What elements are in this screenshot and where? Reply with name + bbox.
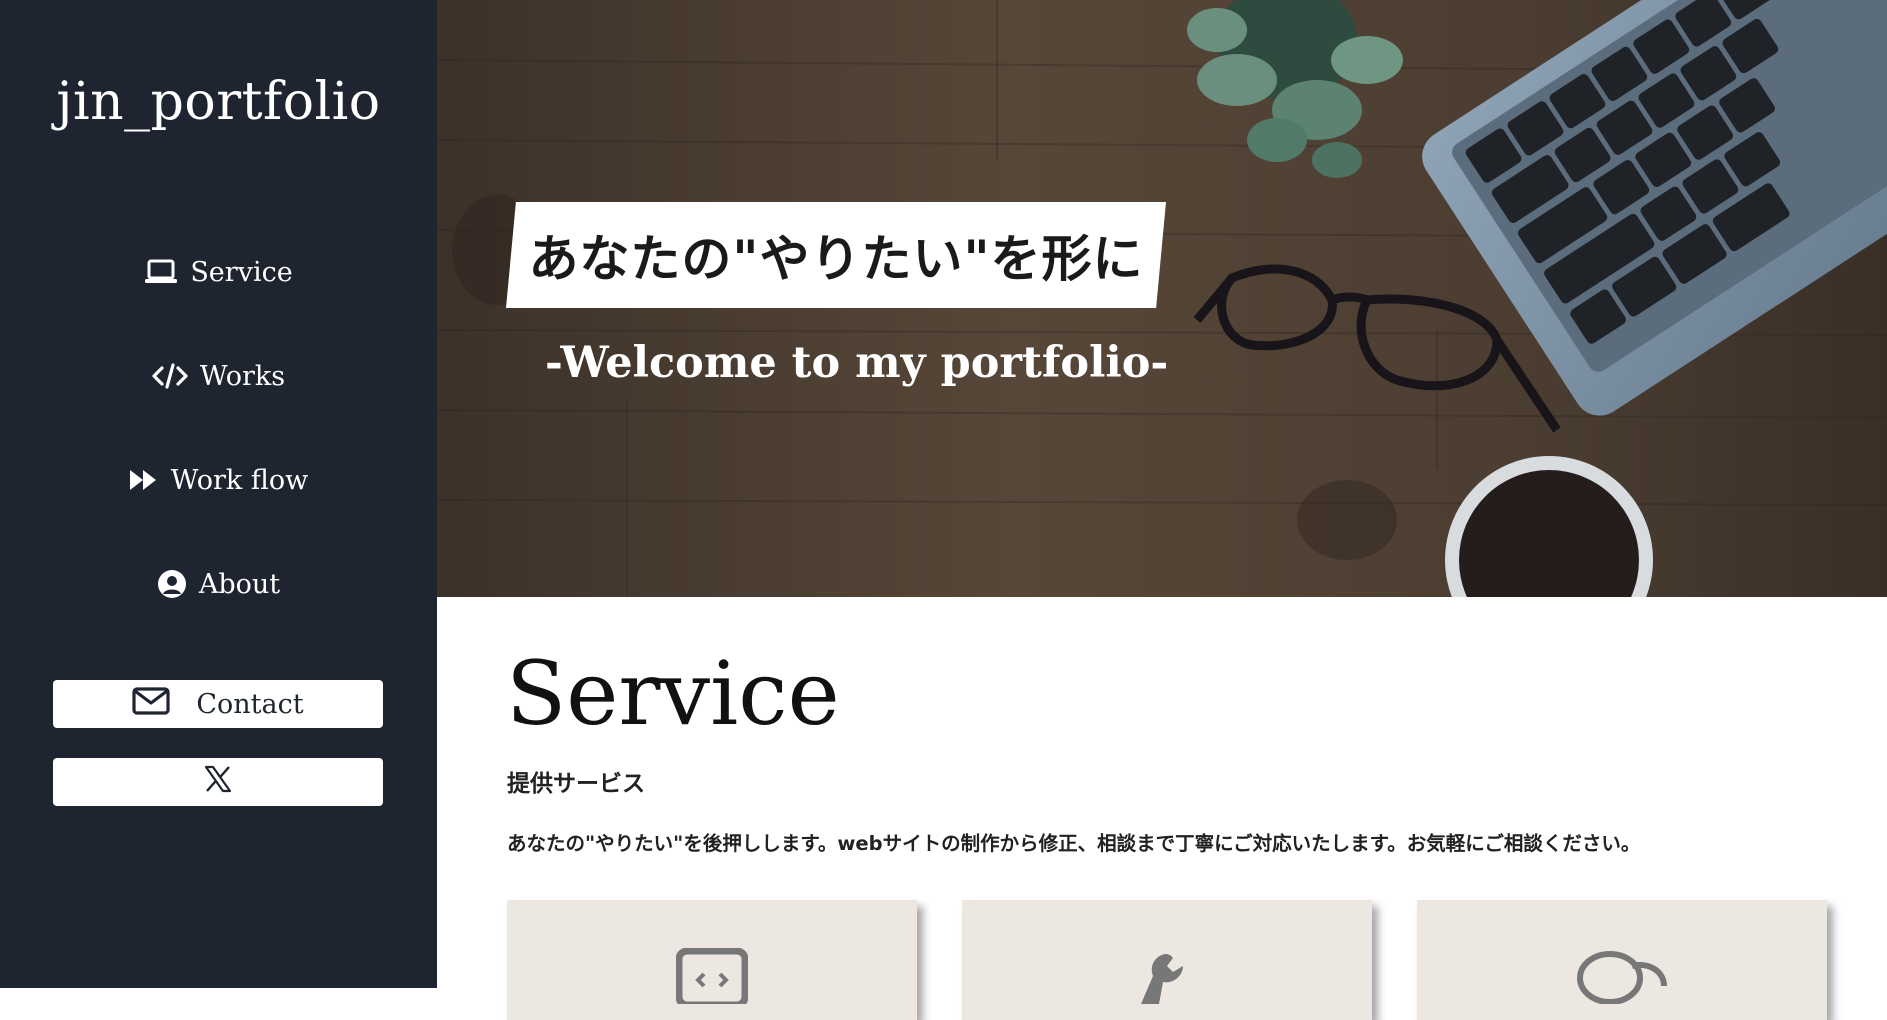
nav-label-works: Works	[199, 360, 286, 392]
x-button[interactable]	[53, 758, 383, 806]
service-card-maintenance[interactable]	[962, 900, 1372, 1020]
nav-item-works[interactable]: Works	[0, 351, 437, 401]
contact-button[interactable]: Contact	[53, 680, 383, 728]
hero-title-box: あなたの"やりたい"を形に	[506, 202, 1166, 308]
nav-item-workflow[interactable]: Work flow	[0, 455, 437, 505]
nav-label-about: About	[198, 568, 281, 600]
code-icon	[152, 362, 188, 390]
service-card-consultation[interactable]	[1417, 900, 1827, 1020]
hero-section: あなたの"やりたい"を形に -Welcome to my portfolio-	[437, 0, 1887, 597]
nav-label-service: Service	[190, 256, 293, 288]
code-window-icon	[675, 947, 749, 1009]
wrench-icon	[1137, 948, 1197, 1008]
nav-label-workflow: Work flow	[170, 464, 309, 496]
nav-item-service[interactable]: Service	[0, 247, 437, 297]
service-subheading: 提供サービス	[507, 771, 645, 797]
envelope-icon	[132, 686, 170, 722]
user-circle-icon	[157, 569, 187, 599]
hero-title: あなたの"やりたい"を形に	[528, 230, 1144, 288]
service-card-web[interactable]	[507, 900, 917, 1020]
service-description: あなたの"やりたい"を後押しします。webサイトの制作から修正、相談まで丁寧にご…	[507, 832, 1641, 855]
site-logo[interactable]: jin_portfolio	[0, 72, 437, 132]
sidebar: jin_portfolio Service Works Work flow Ab…	[0, 0, 437, 988]
laptop-icon	[144, 258, 178, 286]
hero-subtitle: -Welcome to my portfolio-	[545, 338, 1169, 388]
chat-bubbles-icon	[1572, 948, 1672, 1008]
service-heading: Service	[506, 642, 840, 745]
fast-forward-icon	[129, 468, 159, 492]
contact-label: Contact	[196, 688, 304, 720]
nav-item-about[interactable]: About	[0, 559, 437, 609]
x-logo-icon	[204, 765, 232, 800]
